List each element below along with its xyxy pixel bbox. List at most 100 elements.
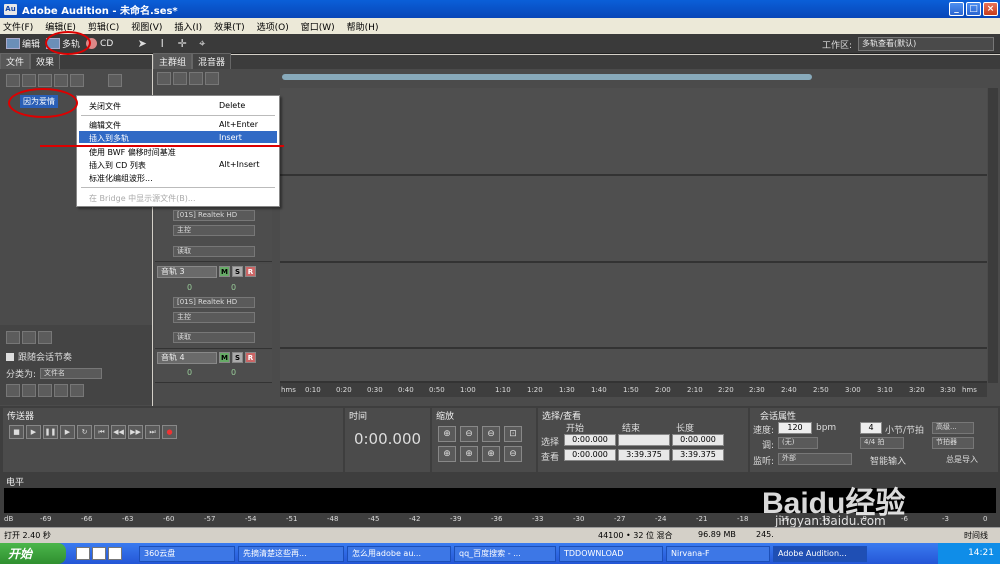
menu-normalize[interactable]: 标准化编组波形... (89, 173, 153, 184)
edit-file-icon[interactable] (70, 73, 84, 87)
menu-edit-file[interactable]: 编辑文件 (89, 120, 121, 131)
close-file-icon[interactable] (22, 73, 36, 87)
zoom-out-full-icon[interactable]: ⊖ (482, 426, 500, 442)
menu-window[interactable]: 窗口(W) (301, 20, 335, 33)
time-selection-tool-icon[interactable]: I (155, 37, 169, 51)
key-select[interactable]: (无) (778, 437, 818, 449)
move-tool-icon[interactable]: ➤ (135, 37, 149, 51)
record-button[interactable]: ● (162, 425, 177, 439)
insert-multitrack-icon[interactable] (38, 73, 52, 87)
sort-select[interactable]: 文件名 (40, 368, 103, 379)
menu-options[interactable]: 选项(O) (257, 20, 289, 33)
smart-input-label[interactable]: 智能输入 (870, 454, 906, 467)
track-3-volume[interactable]: 0 (187, 283, 192, 292)
start-button[interactable]: 开始 (0, 543, 66, 564)
follow-checkbox[interactable] (6, 352, 14, 361)
track-3-solo-button[interactable]: S (232, 266, 243, 277)
play-preview-icon[interactable] (38, 331, 52, 344)
io-icon[interactable] (157, 72, 171, 85)
track-lane-4[interactable] (280, 349, 987, 383)
vertical-scrollbar[interactable] (988, 88, 998, 383)
edit-view-button[interactable]: 编辑 (6, 37, 40, 50)
taskbar-item[interactable]: Nirvana-F (666, 545, 770, 562)
bars-icon[interactable] (205, 72, 219, 85)
scrub-tool-icon[interactable]: ⌖ (195, 37, 209, 51)
menu-insert[interactable]: 插入(I) (174, 20, 202, 33)
taskbar-item[interactable]: TDDOWNLOAD (559, 545, 663, 562)
track-3-mute-button[interactable]: M (219, 266, 230, 277)
stop-button[interactable]: ■ (9, 425, 24, 439)
track-3-pan[interactable]: 0 (231, 283, 236, 292)
track-lane-3[interactable] (280, 263, 987, 349)
track-4-name[interactable]: 音轨 4 (157, 352, 217, 364)
volume-icon[interactable] (6, 331, 20, 344)
track-4-volume[interactable]: 0 (187, 368, 192, 377)
menu-effects[interactable]: 效果(T) (214, 20, 245, 33)
view-icon-4[interactable] (54, 384, 68, 397)
track-lane-1[interactable] (280, 88, 987, 176)
tempo-field[interactable]: 120 (778, 422, 812, 434)
menu-help[interactable]: 帮助(H) (347, 20, 379, 33)
tab-mixer[interactable]: 混音器 (192, 53, 232, 69)
workspace-select[interactable]: 多轨查看(默认) (858, 37, 994, 51)
zoom-in-horizontal-icon[interactable]: ⊕ (438, 426, 456, 442)
menu-insert-cd[interactable]: 插入到 CD 列表 (89, 160, 146, 171)
view-icon-5[interactable] (70, 384, 84, 397)
track-2-automation[interactable]: 读取 (173, 246, 255, 257)
track-2-bus[interactable]: 主控 (173, 225, 255, 236)
tab-files[interactable]: 文件 (0, 53, 31, 69)
desktop-icon[interactable] (92, 547, 106, 560)
track-4-record-button[interactable]: R (245, 352, 256, 363)
loop-icon[interactable] (22, 331, 36, 344)
play-from-cursor-button[interactable]: ▶ (60, 425, 75, 439)
panel-options-icon[interactable] (108, 73, 122, 87)
track-3-output[interactable]: [01S] Realtek HD (173, 297, 255, 308)
menu-close-file[interactable]: 关闭文件 (89, 101, 121, 112)
tab-effects[interactable]: 效果 (30, 53, 61, 69)
maximize-button[interactable]: □ (966, 2, 981, 16)
zoom-right-icon[interactable]: ⊕ (460, 446, 478, 462)
menu-insert-multitrack[interactable]: 插入到多轨 (89, 133, 129, 144)
view-icon-3[interactable] (38, 384, 52, 397)
zoom-left-icon[interactable]: ⊕ (438, 446, 456, 462)
ie-icon[interactable] (76, 547, 90, 560)
taskbar-item[interactable]: 360云盘 (139, 545, 235, 562)
tab-main-group[interactable]: 主群组 (153, 53, 193, 69)
view-icon-1[interactable] (6, 384, 20, 397)
selection-length-field[interactable]: 0:00.000 (672, 434, 724, 446)
taskbar-item[interactable]: 怎么用adobe au... (347, 545, 451, 562)
eq-icon[interactable] (189, 72, 203, 85)
zoom-in-vertical-icon[interactable]: ⊕ (482, 446, 500, 462)
import-icon[interactable] (6, 73, 20, 87)
track-lane-2[interactable] (280, 176, 987, 263)
view-icon-2[interactable] (22, 384, 36, 397)
pause-button[interactable]: ❚❚ (43, 425, 58, 439)
monitor-select[interactable]: 外部 (778, 453, 852, 465)
track-3-record-button[interactable]: R (245, 266, 256, 277)
minimize-button[interactable]: _ (949, 2, 964, 16)
view-end-field[interactable]: 3:39.375 (618, 449, 670, 461)
track-2-output[interactable]: [01S] Realtek HD (173, 210, 255, 221)
menu-file[interactable]: 文件(F) (3, 20, 33, 33)
insert-cd-icon[interactable] (54, 73, 68, 87)
selection-start-field[interactable]: 0:00.000 (564, 434, 616, 446)
track-4-solo-button[interactable]: S (232, 352, 243, 363)
zoom-out-horizontal-icon[interactable]: ⊖ (460, 426, 478, 442)
fx-icon[interactable] (173, 72, 187, 85)
view-start-field[interactable]: 0:00.000 (564, 449, 616, 461)
zoom-selection-icon[interactable]: ⊡ (504, 426, 522, 442)
media-icon[interactable] (108, 547, 122, 560)
advanced-button[interactable]: 高级... (932, 422, 974, 434)
menu-bwf-offset[interactable]: 使用 BWF 偏移时间基准 (89, 147, 176, 158)
close-button[interactable]: × (983, 2, 998, 16)
time-signature-select[interactable]: 4/4 拍 (860, 437, 904, 449)
track-3-bus[interactable]: 主控 (173, 312, 255, 323)
taskbar-item-active[interactable]: Adobe Audition... (773, 545, 867, 562)
rewind-button[interactable]: ◀◀ (111, 425, 126, 439)
forward-button[interactable]: ▶▶ (128, 425, 143, 439)
track-3-automation[interactable]: 读取 (173, 332, 255, 343)
zoom-out-vertical-icon[interactable]: ⊖ (504, 446, 522, 462)
go-end-button[interactable]: ⏭ (145, 425, 160, 439)
selection-end-field[interactable] (618, 434, 670, 446)
menu-view[interactable]: 视图(V) (131, 20, 162, 33)
